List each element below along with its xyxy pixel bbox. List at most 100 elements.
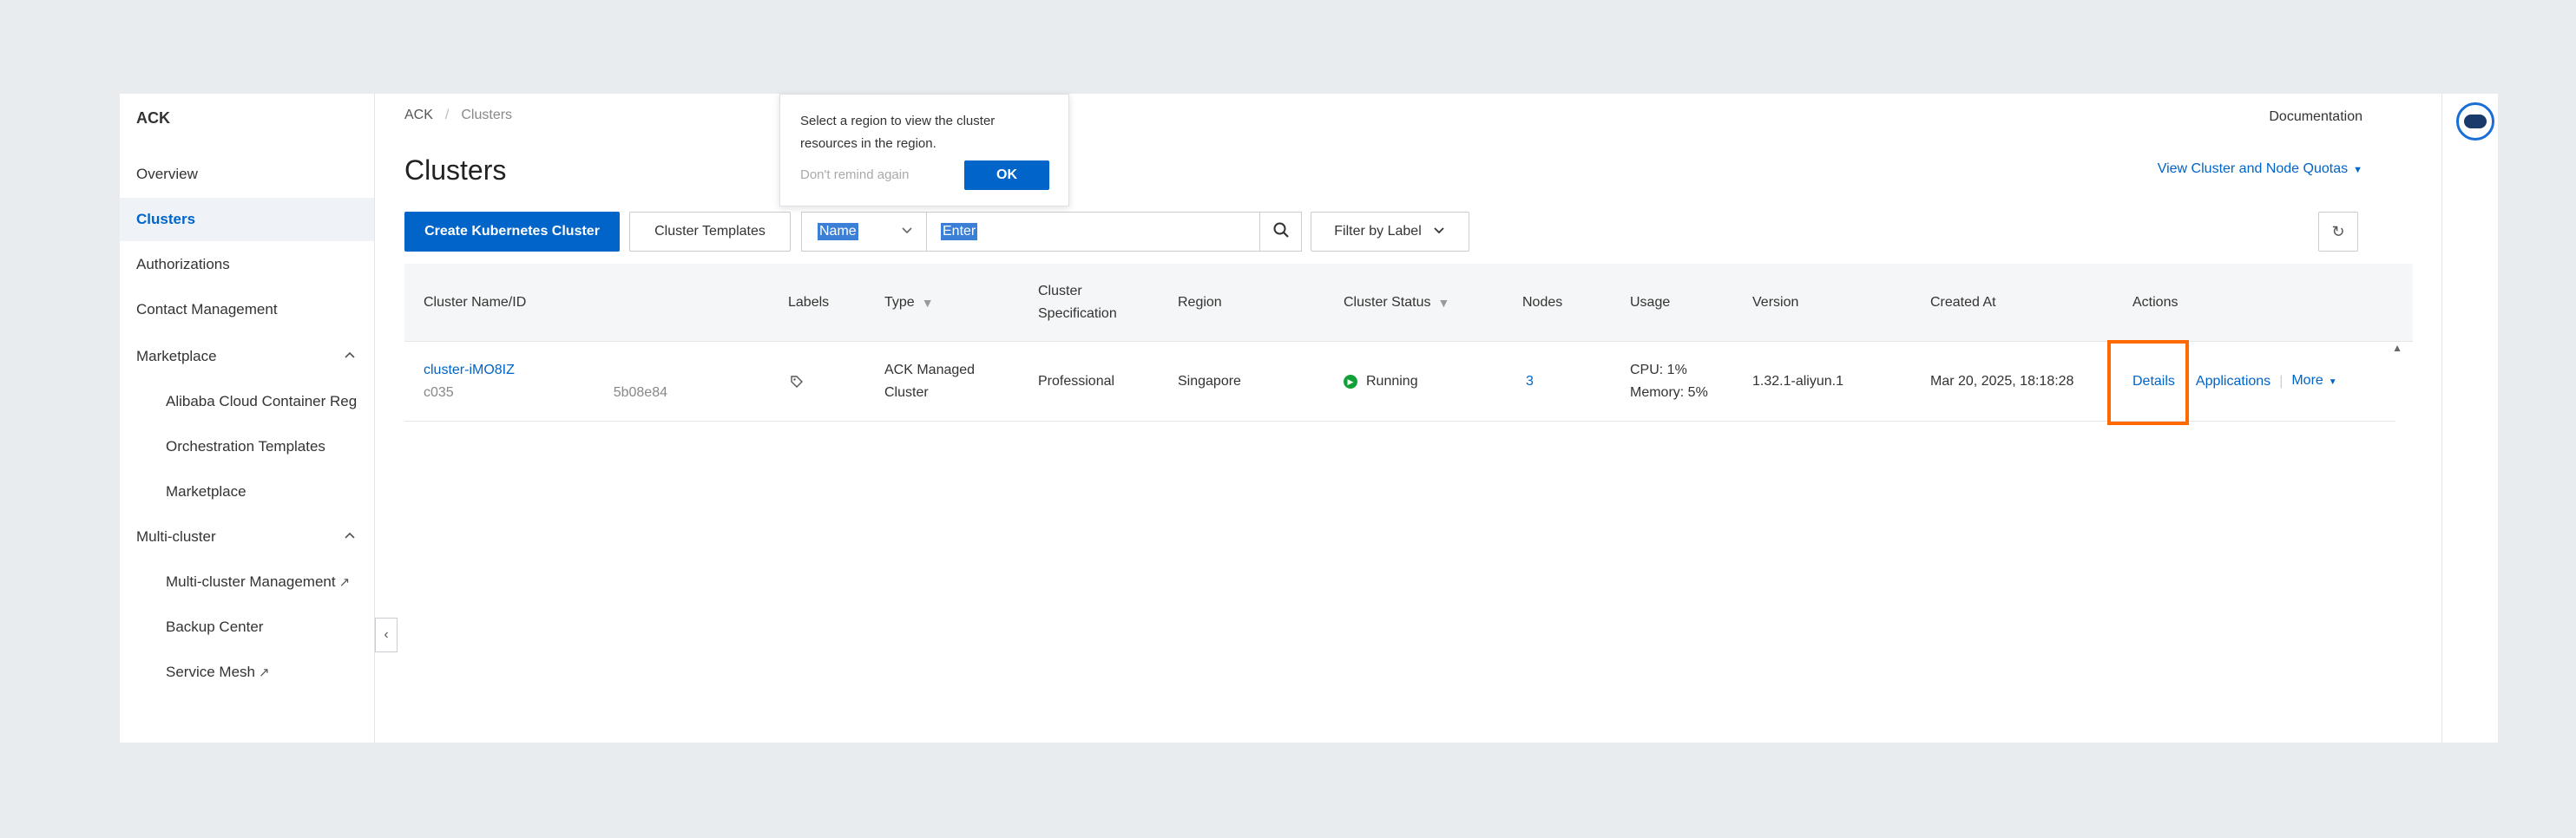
status-text: Running [1366,374,1418,389]
more-label: More [2291,373,2323,388]
quota-link[interactable]: View Cluster and Node Quotas ▼ [2158,161,2362,177]
cluster-region: Singapore [1178,374,1241,389]
memory-usage: Memory: 5% [1630,385,1708,400]
sidebar-item-multi-cluster-management[interactable]: Multi-cluster Management ↗ [120,560,374,604]
sidebar-item-overview[interactable]: Overview [120,153,374,196]
dont-remind-link[interactable]: Don't remind again [800,167,909,182]
external-link-icon: ↗ [338,575,351,590]
breadcrumb-root[interactable]: ACK [404,108,433,123]
assistant-face [2464,115,2487,128]
chevron-up-icon [343,529,355,541]
sidebar-item-clusters[interactable]: Clusters [120,198,374,241]
documentation-link[interactable]: Documentation [2269,109,2362,125]
sidebar-group-marketplace[interactable]: Marketplace [120,335,374,378]
breadcrumb-current: Clusters [461,108,513,122]
cluster-name-link[interactable]: cluster-iMO8IZ [424,359,684,382]
breadcrumb: ACK / Clusters [404,108,512,123]
scroll-up-icon[interactable]: ▲ [2392,342,2402,354]
external-link-icon: ↗ [258,665,270,680]
chevron-down-icon [900,223,914,241]
search-input-text: Enter [941,223,978,240]
applications-link[interactable]: Applications [2196,370,2270,393]
sidebar-item-label: Marketplace [136,348,217,364]
column-header-status[interactable]: Cluster Status ▼ [1344,264,1449,342]
nodes-count: 3 [1526,374,1534,389]
sidebar-item-label: Orchestration Templates [166,438,325,455]
cluster-id-prefix: c035 [424,385,454,400]
sidebar-item-label: Alibaba Cloud Container Reg [166,393,358,409]
page-title: Clusters [404,154,507,186]
column-header: Cluster Name/ID [424,295,527,310]
search-field-select[interactable]: Name [802,213,927,251]
cluster-id-suffix: 5b08e84 [613,385,667,400]
sidebar-item-label: Contact Management [136,301,278,318]
cluster-templates-button[interactable]: Cluster Templates [629,212,791,252]
sidebar-item-label: Clusters [136,211,196,227]
sidebar: ACK Overview Clusters Authorizations Con… [120,94,375,743]
create-cluster-button[interactable]: Create Kubernetes Cluster [404,212,620,252]
region-popover: Select a region to view the cluster reso… [779,94,1069,206]
column-header: Cluster Specification [1038,284,1117,321]
filter-icon: ▼ [921,296,934,310]
cluster-type: ACK Managed Cluster [884,363,976,400]
column-header: Labels [788,295,830,310]
assistant-icon[interactable] [2456,102,2494,141]
sidebar-item-label: Marketplace [166,483,246,500]
search-group: Name Enter [801,212,1302,252]
sidebar-item-authorizations[interactable]: Authorizations [120,243,374,286]
column-header: Nodes [1522,295,1563,310]
refresh-button[interactable]: ↻ [2318,212,2358,252]
breadcrumb-separator: / [444,108,450,122]
popover-ok-button[interactable]: OK [964,160,1049,190]
sidebar-item-label: Overview [136,166,198,182]
sidebar-item-marketplace[interactable]: Marketplace [120,470,374,514]
column-header: Region [1178,295,1222,310]
refresh-icon: ↻ [2331,222,2345,240]
column-header: Created At [1930,295,1996,310]
cluster-name-cell: cluster-iMO8IZ c035 5b08e84 [424,342,684,422]
sidebar-item-contact-management[interactable]: Contact Management [120,288,374,331]
cluster-status: ▶ Running [1344,342,1418,422]
divider: | [2279,374,2284,389]
filter-icon: ▼ [1437,296,1450,310]
table-header: Cluster Name/ID Labels Type ▼ Cluster Spe… [404,264,2413,342]
search-input[interactable]: Enter [927,213,1259,251]
popover-text: Select a region to view the cluster reso… [800,114,996,151]
sidebar-item-backup-center[interactable]: Backup Center [120,606,374,649]
table-row: cluster-iMO8IZ c035 5b08e84 ACK Managed C… [404,342,2395,422]
cluster-table: Cluster Name/ID Labels Type ▼ Cluster Spe… [404,264,2413,422]
sidebar-item-orchestration-templates[interactable]: Orchestration Templates [120,425,374,468]
cluster-version: 1.32.1-aliyun.1 [1752,374,1843,389]
chevron-up-icon [343,349,355,361]
sidebar-item-label: Multi-cluster Management [166,573,336,590]
more-dropdown[interactable]: More ▼ [2291,370,2336,394]
sidebar-item-service-mesh[interactable]: Service Mesh ↗ [120,651,374,694]
sidebar-group-multi-cluster[interactable]: Multi-cluster [120,515,374,559]
cpu-usage: CPU: 1% [1630,363,1687,377]
tag-icon[interactable] [790,342,804,422]
chevron-down-icon [1432,223,1446,241]
column-header: Actions [2132,295,2178,310]
sidebar-item-label: Service Mesh [166,664,255,680]
column-header-type[interactable]: Type ▼ [884,264,934,342]
cluster-spec: Professional [1038,374,1115,389]
search-icon [1272,221,1290,243]
right-rail [2441,94,2498,743]
search-button[interactable] [1259,213,1301,251]
caret-down-icon: ▼ [2328,377,2337,387]
quota-link-label: View Cluster and Node Quotas [2157,161,2349,176]
cluster-id: c035 5b08e84 [424,382,684,404]
sidebar-item-container-registry[interactable]: Alibaba Cloud Container Reg [120,380,374,423]
caret-down-icon: ▼ [2353,165,2362,175]
sidebar-item-label: Authorizations [136,256,230,272]
column-header-label: Cluster Status [1344,295,1431,310]
usage-cell: CPU: 1% Memory: 5% [1630,342,1708,422]
filter-by-label-button[interactable]: Filter by Label [1311,212,1469,252]
created-at: Mar 20, 2025, 18:18:28 [1930,374,2074,389]
sidebar-title: ACK [136,109,170,127]
details-highlight-box [2107,340,2189,425]
nodes-link[interactable]: 3 [1526,342,1534,422]
search-field-value: Name [818,223,858,240]
running-icon: ▶ [1344,375,1357,389]
column-header: Usage [1630,295,1671,310]
